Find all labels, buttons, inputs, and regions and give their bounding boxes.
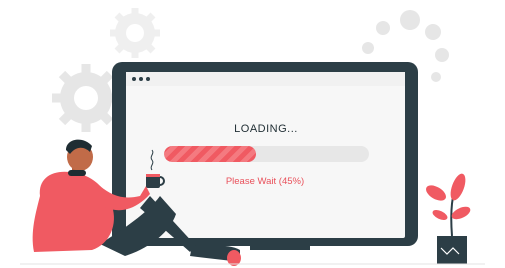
plant-icon	[426, 173, 471, 264]
loading-title: LOADING...	[234, 123, 298, 135]
progress-bar-fill	[164, 146, 257, 162]
gear-icon	[110, 8, 160, 58]
loading-status-text: Please Wait (45%)	[225, 176, 305, 187]
window-dots-icon	[132, 77, 150, 81]
gear-icon	[52, 64, 120, 132]
progress-bar	[164, 146, 369, 162]
